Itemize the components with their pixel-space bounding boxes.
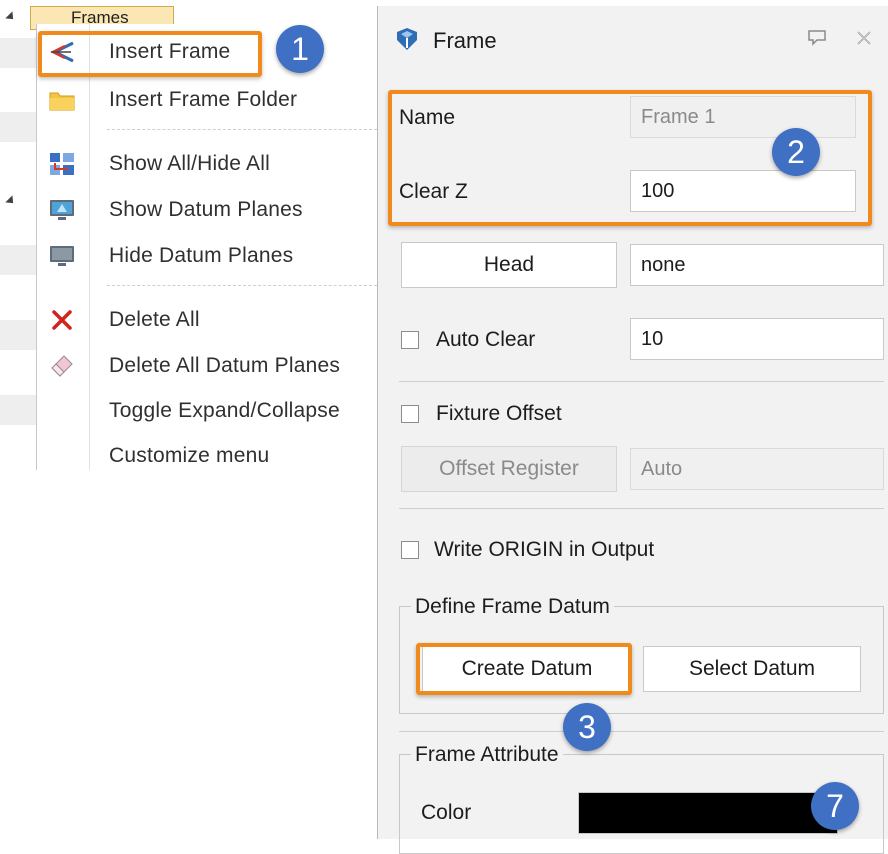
color-label: Color: [421, 801, 472, 824]
folder-icon: [49, 88, 75, 112]
pin-icon[interactable]: [808, 30, 826, 51]
define-datum-title: Define Frame Datum: [411, 595, 614, 619]
menu-item-label: Customize menu: [109, 444, 270, 467]
select-datum-button[interactable]: Select Datum: [643, 646, 861, 692]
tree-row: [0, 38, 40, 68]
expand-arrow-icon[interactable]: [5, 11, 17, 23]
section-divider: [399, 508, 884, 509]
menu-item-label: Insert Frame Folder: [109, 88, 298, 111]
section-divider: [399, 381, 884, 382]
menu-item-label: Hide Datum Planes: [109, 244, 294, 267]
step-badge-1: 1: [276, 25, 324, 73]
close-icon[interactable]: [855, 30, 873, 51]
menu-item-label: Show All/Hide All: [109, 152, 270, 175]
panel-titlebar: Frame: [378, 6, 888, 66]
tree-row: [0, 395, 40, 425]
menu-item-hide-datum-planes[interactable]: Hide Datum Planes: [37, 236, 377, 276]
menu-item-show-all-hide-all[interactable]: Show All/Hide All: [37, 144, 377, 184]
offset-register-field[interactable]: Auto: [630, 448, 884, 490]
menu-item-delete-all[interactable]: Delete All: [37, 300, 377, 340]
step-badge-2: 2: [772, 128, 820, 176]
offset-register-button[interactable]: Offset Register: [401, 446, 617, 492]
panel-title: Frame: [433, 28, 497, 53]
menu-item-label: Delete All Datum Planes: [109, 354, 341, 377]
menu-separator: [107, 129, 377, 130]
monitor-icon: [49, 244, 75, 268]
step-badge-7: 7: [811, 782, 859, 830]
auto-clear-label: Auto Clear: [436, 328, 536, 351]
menu-item-delete-all-datum-planes[interactable]: Delete All Datum Planes: [37, 346, 377, 386]
menu-item-label: Toggle Expand/Collapse: [109, 399, 340, 422]
color-swatch[interactable]: [578, 792, 838, 834]
fixture-offset-label: Fixture Offset: [436, 402, 562, 425]
menu-item-insert-frame-folder[interactable]: Insert Frame Folder: [37, 80, 377, 120]
tree-row: [0, 320, 40, 350]
step-badge-3: 3: [563, 703, 611, 751]
context-menu: Insert Frame Insert Frame Folder Show Al…: [36, 24, 377, 470]
delete-x-icon: [49, 308, 75, 332]
menu-item-customize-menu[interactable]: Customize menu: [37, 436, 377, 476]
expand-arrow-icon[interactable]: [5, 195, 17, 207]
menu-separator: [107, 285, 377, 286]
menu-item-toggle-expand-collapse[interactable]: Toggle Expand/Collapse: [37, 391, 377, 431]
frame-app-icon: [394, 26, 420, 57]
head-button[interactable]: Head: [401, 242, 617, 288]
menu-item-label: Delete All: [109, 308, 200, 331]
tree-row: [0, 112, 40, 142]
show-hide-icon: [49, 152, 75, 176]
frame-attribute-title: Frame Attribute: [411, 743, 563, 767]
section-divider: [399, 731, 884, 732]
auto-clear-field[interactable]: 10: [630, 318, 884, 360]
write-origin-label: Write ORIGIN in Output: [434, 538, 655, 561]
menu-item-show-datum-planes[interactable]: Show Datum Planes: [37, 190, 377, 230]
head-field[interactable]: none: [630, 244, 884, 286]
auto-clear-checkbox[interactable]: [401, 331, 419, 349]
tree-row: [0, 245, 40, 275]
highlight-insert-frame: [38, 31, 262, 77]
eraser-icon: [49, 354, 75, 378]
menu-item-label: Show Datum Planes: [109, 198, 303, 221]
highlight-create-datum: [416, 643, 632, 695]
fixture-offset-checkbox[interactable]: [401, 405, 419, 423]
monitor-icon: [49, 198, 75, 222]
write-origin-checkbox[interactable]: [401, 541, 419, 559]
